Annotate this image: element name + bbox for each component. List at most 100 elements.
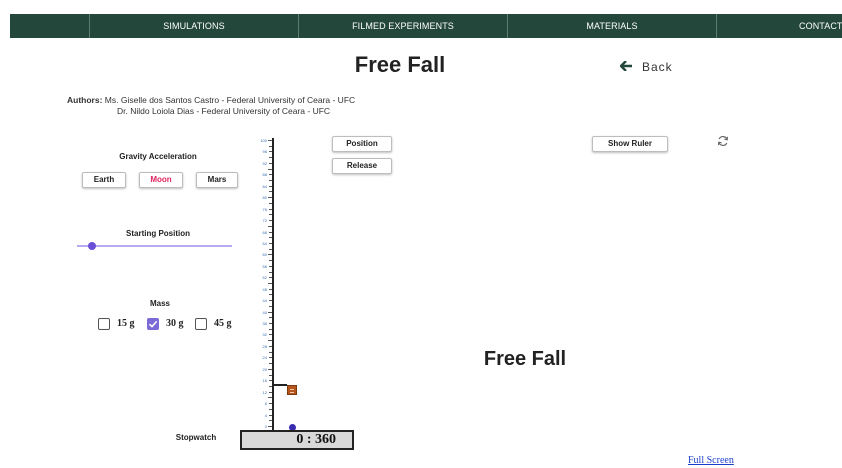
starting-position-slider-track[interactable] bbox=[77, 245, 232, 247]
nav-simulations[interactable]: SIMULATIONS bbox=[90, 14, 298, 38]
mass-45g-checkbox[interactable] bbox=[195, 318, 207, 330]
ruler-tick bbox=[269, 162, 272, 164]
ruler-tick bbox=[269, 271, 272, 273]
page-title: Free Fall bbox=[354, 52, 446, 77]
ruler-tick-label: 12 bbox=[262, 389, 267, 395]
nav-filmed-experiments[interactable]: FILMED EXPERIMENTS bbox=[299, 14, 507, 38]
ruler-tick bbox=[269, 363, 272, 365]
ruler-tick bbox=[269, 180, 272, 182]
ruler-tick-label: 80 bbox=[262, 195, 267, 201]
ruler-tick bbox=[269, 385, 272, 387]
ruler-tick bbox=[269, 408, 272, 410]
release-arm bbox=[272, 384, 287, 386]
ruler-tick bbox=[268, 283, 272, 284]
canvas-title: Free Fall bbox=[483, 348, 567, 370]
ruler-tick-label: 40 bbox=[262, 309, 267, 315]
ruler-tick-label: 28 bbox=[262, 343, 267, 349]
mass-30g-label: 30 g bbox=[166, 318, 184, 329]
ruler-tick bbox=[269, 294, 272, 296]
mass-15g-checkbox[interactable] bbox=[98, 318, 110, 330]
arrow-left-icon bbox=[619, 59, 632, 75]
ruler-tick bbox=[269, 185, 272, 187]
position-button[interactable]: Position bbox=[332, 136, 392, 152]
ruler-tick bbox=[269, 357, 272, 359]
ruler-tick bbox=[268, 311, 272, 313]
ruler-tick bbox=[268, 254, 272, 256]
ruler-tick bbox=[269, 414, 272, 416]
ruler-tick-label: 96 bbox=[262, 149, 267, 155]
ruler-tick bbox=[269, 420, 272, 422]
ruler-tick bbox=[268, 340, 272, 342]
author-1: Ms. Giselle dos Santos Castro - Federal … bbox=[104, 95, 356, 105]
ruler-tick-label: 0 bbox=[264, 424, 267, 429]
nav-contact[interactable]: CONTACT bbox=[717, 14, 842, 38]
ruler-tick-label: 64 bbox=[262, 240, 267, 246]
ruler-tick bbox=[269, 334, 272, 336]
ruler-tick-label: 16 bbox=[262, 378, 267, 384]
ruler-tick bbox=[269, 351, 272, 353]
ruler-tick bbox=[268, 197, 272, 199]
ruler-tick-label: 24 bbox=[262, 355, 267, 361]
ruler-tick bbox=[269, 391, 272, 393]
ruler-tick-label: 20 bbox=[262, 366, 267, 372]
back-link[interactable]: Back bbox=[619, 58, 673, 75]
check-icon bbox=[148, 320, 158, 328]
gravity-earth-button[interactable]: Earth bbox=[82, 172, 126, 188]
ruler-tick bbox=[268, 426, 272, 427]
ruler-tick bbox=[269, 317, 272, 319]
ruler-tick bbox=[269, 403, 272, 405]
ruler-tick-label: 84 bbox=[262, 183, 267, 189]
refresh-icon[interactable] bbox=[717, 134, 729, 147]
mass-30g-checkbox[interactable] bbox=[147, 318, 159, 330]
ruler-tick bbox=[269, 260, 272, 262]
ruler: 0 4 8 12 16 20 24 28 32 36 40 44 48 52 56 60 64 68 72 76 80 8… bbox=[256, 138, 274, 430]
ruler-tick bbox=[269, 242, 272, 244]
mass-15g-label: 15 g bbox=[117, 318, 135, 329]
gravity-moon-button[interactable]: Moon bbox=[139, 172, 183, 188]
ruler-tick-label: 4 bbox=[264, 412, 267, 418]
starting-position-label: Starting Position bbox=[126, 229, 190, 238]
ruler-tick-label: 32 bbox=[262, 332, 267, 338]
ruler-tick bbox=[269, 214, 272, 216]
authors-label: Authors: bbox=[67, 95, 103, 105]
ruler-tick bbox=[269, 208, 272, 210]
show-ruler-button[interactable]: Show Ruler bbox=[592, 136, 668, 152]
ruler-tick bbox=[269, 374, 272, 376]
top-nav: SIMULATIONS FILMED EXPERIMENTS MATERIALS… bbox=[10, 14, 842, 38]
ruler-tick bbox=[269, 323, 272, 325]
ruler-tick-label: 92 bbox=[262, 160, 267, 166]
ruler-tick-label: 52 bbox=[262, 275, 267, 281]
ruler-tick-label: 48 bbox=[262, 286, 267, 292]
ruler-tick bbox=[269, 248, 272, 250]
ruler-tick-label: 56 bbox=[262, 263, 267, 269]
ruler-tick-label: 76 bbox=[262, 206, 267, 212]
ruler-tick bbox=[268, 225, 272, 227]
ruler-tick bbox=[268, 397, 272, 399]
ruler-tick bbox=[269, 328, 272, 330]
ruler-tick-label: 88 bbox=[262, 172, 267, 178]
ruler-tick bbox=[269, 191, 272, 193]
ruler-tick-label: 68 bbox=[262, 229, 267, 235]
release-button[interactable]: Release bbox=[332, 158, 392, 174]
ruler-tick-label: 100 bbox=[260, 138, 267, 143]
ruler-tick bbox=[269, 231, 272, 233]
stopwatch-label: Stopwatch bbox=[175, 433, 217, 442]
gravity-mars-button[interactable]: Mars bbox=[196, 172, 238, 188]
ruler-tick bbox=[269, 220, 272, 222]
ruler-tick bbox=[269, 345, 272, 347]
ruler-tick-label: 60 bbox=[262, 252, 267, 258]
starting-position-slider-thumb[interactable] bbox=[88, 242, 96, 250]
ruler-tick bbox=[269, 145, 272, 147]
ruler-tick-label: 36 bbox=[262, 321, 267, 327]
ruler-tick bbox=[269, 288, 272, 290]
ruler-tick bbox=[269, 202, 272, 204]
ruler-tick bbox=[269, 380, 272, 382]
ruler-tick bbox=[268, 368, 272, 370]
ruler-tick-label: 44 bbox=[262, 298, 267, 304]
mass-label: Mass bbox=[149, 299, 170, 308]
ruler-tick-label: 8 bbox=[264, 401, 267, 407]
full-screen-link[interactable]: Full Screen bbox=[688, 455, 734, 466]
nav-materials[interactable]: MATERIALS bbox=[508, 14, 716, 38]
gravity-label: Gravity Acceleration bbox=[119, 152, 197, 161]
ruler-tick bbox=[268, 168, 272, 170]
